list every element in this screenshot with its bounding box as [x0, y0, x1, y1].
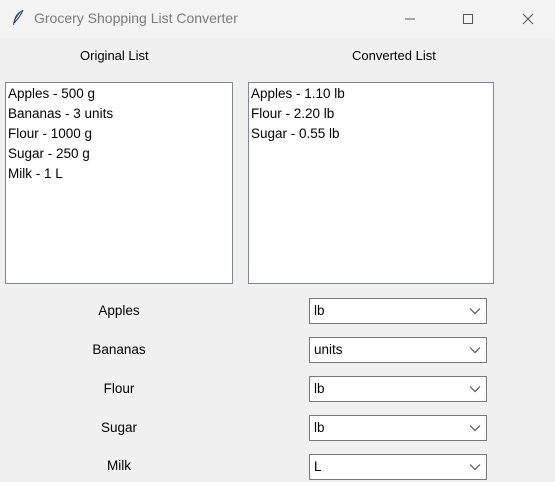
chevron-down-icon [469, 347, 481, 354]
apples-unit-select[interactable]: lb [309, 298, 487, 324]
list-item[interactable]: Apples - 500 g [7, 84, 232, 104]
maximize-button[interactable] [445, 0, 491, 38]
apples-label: Apples [98, 303, 140, 318]
chevron-down-icon [469, 425, 481, 432]
chevron-down-icon [469, 308, 481, 315]
list-item[interactable]: Sugar - 250 g [7, 144, 232, 164]
original-list-header: Original List [80, 48, 149, 63]
bananas-unit-value: units [314, 342, 343, 357]
minimize-icon [405, 18, 415, 20]
feather-icon [13, 9, 24, 25]
window-title: Grocery Shopping List Converter [34, 10, 238, 26]
apples-unit-value: lb [314, 303, 325, 318]
sugar-unit-select[interactable]: lb [309, 415, 487, 441]
list-item[interactable]: Flour - 1000 g [7, 124, 232, 144]
flour-label: Flour [103, 381, 135, 396]
list-item[interactable]: Sugar - 0.55 lb [250, 124, 493, 144]
close-icon [522, 13, 534, 25]
sugar-label: Sugar [100, 420, 138, 435]
title-bar: Grocery Shopping List Converter [0, 0, 555, 38]
sugar-unit-value: lb [314, 420, 325, 435]
maximize-icon [463, 14, 473, 24]
list-item[interactable]: Flour - 2.20 lb [250, 104, 493, 124]
list-item[interactable]: Milk - 1 L [7, 164, 232, 184]
minimize-button[interactable] [387, 0, 433, 38]
milk-unit-value: L [314, 459, 322, 474]
bananas-unit-select[interactable]: units [309, 337, 487, 363]
list-item[interactable]: Apples - 1.10 lb [250, 84, 493, 104]
milk-label: Milk [107, 458, 131, 473]
original-listbox[interactable]: Apples - 500 g Bananas - 3 units Flour -… [5, 82, 233, 284]
chevron-down-icon [469, 386, 481, 393]
milk-unit-select[interactable]: L [309, 454, 487, 480]
converted-listbox[interactable]: Apples - 1.10 lb Flour - 2.20 lb Sugar -… [248, 82, 494, 284]
list-item[interactable]: Bananas - 3 units [7, 104, 232, 124]
app-window: Grocery Shopping List Converter Original… [0, 0, 555, 482]
flour-unit-value: lb [314, 381, 325, 396]
chevron-down-icon [469, 464, 481, 471]
close-button[interactable] [505, 0, 551, 38]
bananas-label: Bananas [92, 342, 146, 357]
converted-list-header: Converted List [352, 48, 436, 63]
flour-unit-select[interactable]: lb [309, 376, 487, 402]
